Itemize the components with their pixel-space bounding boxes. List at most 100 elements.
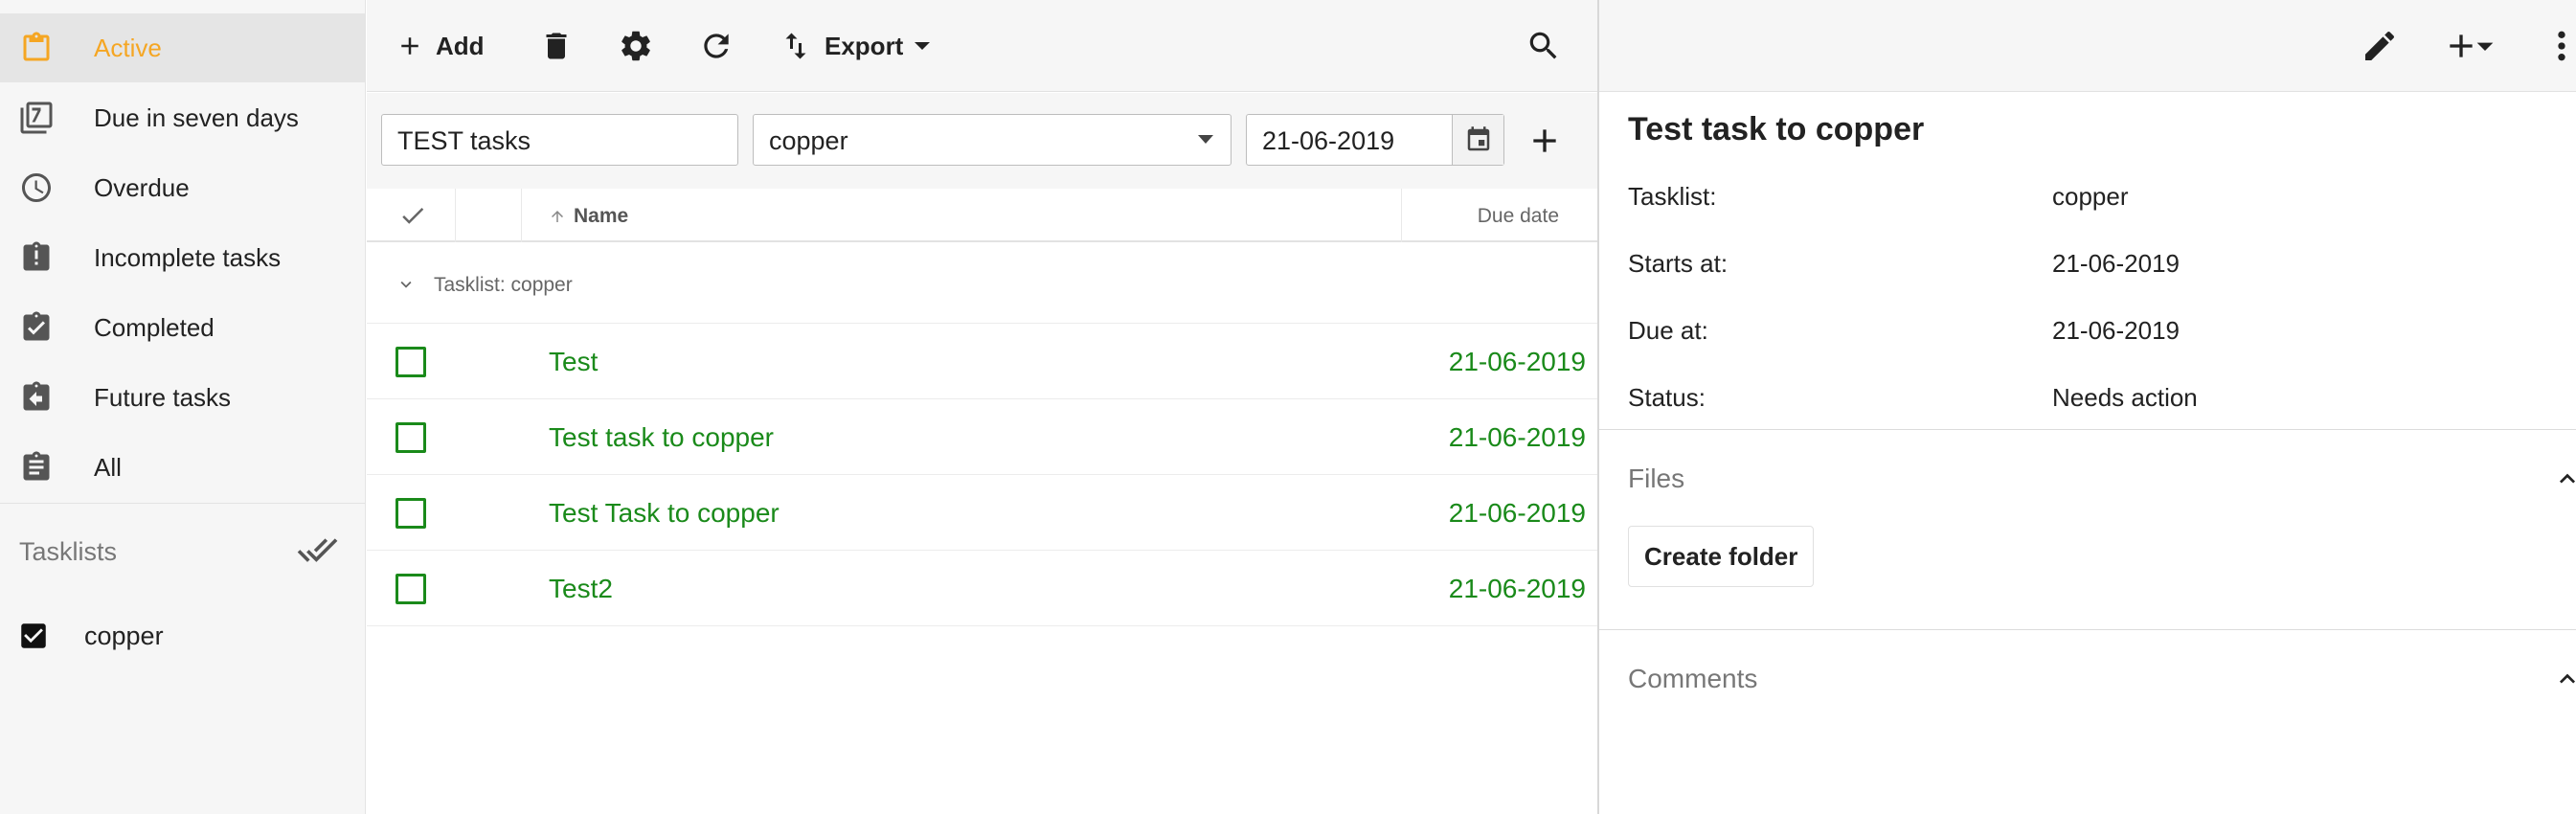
kebab-menu-icon: [2558, 31, 2565, 61]
create-folder-button[interactable]: Create folder: [1628, 526, 1815, 587]
clipboard-check-icon: [19, 310, 54, 345]
add-menu-button[interactable]: [2442, 27, 2499, 65]
sidebar: Active Due in seven days Overdue Incompl…: [0, 0, 366, 814]
search-text-field[interactable]: [381, 114, 738, 166]
delete-button[interactable]: [539, 21, 574, 71]
pencil-icon: [2365, 31, 2395, 60]
tasklist-label: copper: [84, 622, 164, 650]
task-checkbox[interactable]: [395, 422, 426, 453]
table-row[interactable]: Test task to copper 21-06-2019: [367, 399, 1597, 475]
column-separator: [455, 189, 456, 242]
property-value: 21-06-2019: [2052, 316, 2180, 345]
task-checkbox[interactable]: [395, 347, 426, 377]
tasklists-heading: Tasklists: [19, 537, 118, 566]
tasklist-select-value: copper: [769, 126, 848, 155]
date-field-value: 21-06-2019: [1262, 126, 1395, 155]
swap-vertical-icon: [779, 29, 813, 63]
select-all-check-icon[interactable]: [397, 201, 428, 230]
clipboard-icon: [19, 31, 54, 65]
clipboard-alert-icon: [19, 240, 54, 275]
comments-section-heading[interactable]: Comments: [1628, 664, 1757, 694]
plus-icon: [395, 32, 424, 60]
sidebar-item-completed[interactable]: Completed: [0, 293, 365, 362]
group-row[interactable]: Tasklist: copper: [367, 242, 1597, 324]
settings-button[interactable]: [618, 21, 654, 71]
more-options-button[interactable]: [2547, 27, 2576, 65]
search-input[interactable]: [397, 126, 723, 156]
task-name: Test: [549, 347, 599, 376]
sidebar-item-all[interactable]: All: [0, 433, 365, 502]
section-divider: [1599, 429, 2576, 430]
sidebar-item-due-in-seven-days[interactable]: Due in seven days: [0, 83, 365, 152]
search-icon: [1525, 28, 1562, 64]
sidebar-item-future-tasks[interactable]: Future tasks: [0, 363, 365, 432]
files-section-heading[interactable]: Files: [1628, 464, 1684, 494]
property-row: Status: Needs action: [1628, 383, 2547, 421]
select-all-tasklists-icon[interactable]: [297, 534, 339, 567]
date-field[interactable]: 21-06-2019: [1246, 114, 1504, 166]
refresh-button[interactable]: [698, 21, 734, 71]
clock-icon: [19, 170, 54, 205]
chevron-up-icon[interactable]: [2552, 664, 2576, 694]
plus-caret-icon: [2450, 34, 2494, 57]
grid-header: Name Due date: [367, 189, 1597, 242]
column-header-name-label: Name: [574, 205, 629, 227]
section-divider: [1599, 629, 2576, 630]
chevron-up-icon[interactable]: [2552, 464, 2576, 494]
sidebar-divider: [0, 503, 365, 504]
add-button-label: Add: [436, 31, 485, 60]
sidebar-item-overdue[interactable]: Overdue: [0, 153, 365, 222]
sidebar-item-label: Overdue: [94, 172, 190, 202]
detail-title: Test task to copper: [1628, 111, 1925, 147]
property-value: copper: [2052, 182, 2129, 211]
tasklist-item-copper[interactable]: copper: [0, 603, 365, 670]
table-row[interactable]: Test 21-06-2019: [367, 324, 1597, 399]
add-button[interactable]: Add: [395, 21, 485, 71]
property-row: Starts at: 21-06-2019: [1628, 249, 2547, 287]
task-name: Test Task to copper: [549, 498, 780, 528]
checkbox-checked-icon[interactable]: [17, 620, 50, 652]
task-checkbox[interactable]: [395, 574, 426, 604]
search-button[interactable]: [1525, 21, 1562, 71]
dropdown-caret-icon: [1198, 135, 1213, 144]
sidebar-item-incomplete-tasks[interactable]: Incomplete tasks: [0, 223, 365, 292]
trash-icon: [539, 29, 574, 63]
property-key: Status:: [1628, 383, 1706, 412]
sidebar-item-label: Completed: [94, 312, 215, 342]
property-value: 21-06-2019: [2052, 249, 2180, 278]
task-checkbox[interactable]: [395, 498, 426, 529]
task-grid-panel: Add Export TEST tasks copper 21-06-2019 …: [367, 0, 1597, 814]
clipboard-text-icon: [19, 450, 54, 485]
sidebar-item-label: Future tasks: [94, 382, 232, 412]
task-due-date: 21-06-2019: [1448, 347, 1586, 376]
property-row: Tasklist: copper: [1628, 182, 2547, 220]
column-separator: [1401, 189, 1402, 242]
property-key: Due at:: [1628, 316, 1708, 345]
task-name: Test task to copper: [549, 422, 775, 452]
column-header-name[interactable]: Name: [549, 205, 628, 228]
task-name: Test2: [549, 574, 613, 603]
tasklist-select[interactable]: copper: [753, 114, 1232, 166]
detail-toolbar: [1599, 0, 2576, 92]
grid-toolbar: Add Export: [367, 0, 1597, 92]
edit-button[interactable]: [2361, 27, 2399, 65]
sidebar-item-label: Active: [94, 33, 162, 62]
task-due-date: 21-06-2019: [1448, 498, 1586, 528]
column-header-due-date[interactable]: Due date: [1478, 205, 1559, 228]
column-separator: [521, 189, 522, 242]
chevron-down-icon[interactable]: [395, 274, 417, 295]
sidebar-item-active[interactable]: Active: [0, 13, 365, 82]
calendar-icon: [1467, 126, 1490, 151]
export-button[interactable]: Export: [779, 21, 932, 71]
property-key: Starts at:: [1628, 249, 1729, 278]
caret-down-icon: [913, 40, 932, 52]
filter-bar: copper 21-06-2019: [367, 93, 1597, 189]
table-row[interactable]: Test2 21-06-2019: [367, 551, 1597, 626]
calendar-button[interactable]: [1452, 115, 1503, 165]
table-row[interactable]: Test Task to copper 21-06-2019: [367, 475, 1597, 551]
add-filter-button[interactable]: [1525, 122, 1564, 160]
plus-icon: [1533, 129, 1556, 152]
calendar-seven-icon: [19, 101, 54, 135]
task-due-date: 21-06-2019: [1448, 574, 1586, 603]
property-value: Needs action: [2052, 383, 2198, 412]
